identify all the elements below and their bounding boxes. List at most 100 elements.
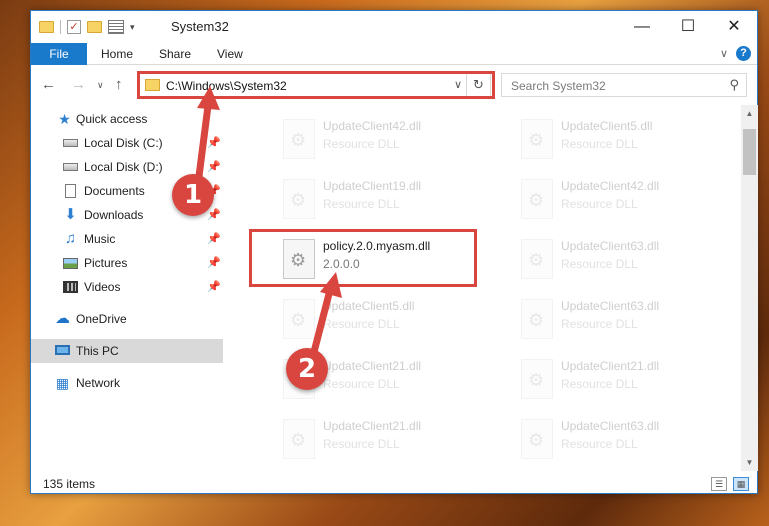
dll-file-icon: ⚙	[283, 119, 315, 159]
file-name: UpdateClient42.dll	[561, 179, 660, 193]
sidebar-item-this-pc[interactable]: This PC	[31, 339, 223, 363]
file-item[interactable]: ⚙ UpdateClient5.dll Resource DLL	[279, 293, 509, 345]
navigation-pane: ★ Quick access Local Disk (C:) 📌 Local D…	[31, 105, 223, 465]
sidebar-item-local-disk-c[interactable]: Local Disk (C:) 📌	[31, 131, 223, 155]
dll-file-icon: ⚙	[521, 179, 553, 219]
new-folder-icon[interactable]	[87, 21, 102, 33]
tiles-view-icon[interactable]: ▦	[733, 477, 749, 491]
sidebar-item-label: Local Disk (D:)	[84, 160, 163, 174]
gear-icon: ⚙	[290, 310, 307, 330]
search-input[interactable]: Search System32 ⚲	[501, 73, 747, 97]
file-item[interactable]: ⚙ UpdateClient42.dll Resource DLL	[517, 173, 741, 225]
dll-file-icon: ⚙	[283, 419, 315, 459]
maximize-button[interactable]: ☐	[665, 11, 711, 43]
sidebar-item-label: Local Disk (C:)	[84, 136, 163, 150]
file-description: Resource DLL	[561, 257, 638, 271]
tab-home[interactable]: Home	[101, 43, 133, 65]
expand-ribbon-icon[interactable]: ∨	[720, 47, 728, 60]
pictures-icon	[63, 258, 78, 269]
details-view-icon[interactable]: ☰	[711, 477, 727, 491]
back-arrow-icon[interactable]: ←	[41, 76, 56, 93]
ribbon-right-controls: ∨ ?	[720, 46, 751, 61]
file-item[interactable]: ⚙ UpdateClient19.dll Resource DLL	[279, 173, 509, 225]
item-count: 135 items	[43, 477, 96, 491]
title-bar: ✓ ▾ System32 — ☐ ✕	[31, 11, 757, 43]
gear-icon: ⚙	[528, 130, 545, 150]
minimize-button[interactable]: —	[619, 11, 665, 43]
pin-icon[interactable]: 📌	[207, 131, 221, 155]
help-icon[interactable]: ?	[736, 46, 751, 61]
sidebar-item-onedrive[interactable]: ☁ OneDrive	[31, 307, 223, 331]
window-controls: — ☐ ✕	[619, 11, 757, 43]
gear-icon: ⚙	[528, 250, 545, 270]
recent-locations-icon[interactable]: ∨	[97, 80, 104, 91]
sidebar-item-label: Music	[84, 232, 116, 246]
file-description: Resource DLL	[323, 197, 400, 211]
scroll-up-icon[interactable]: ▲	[741, 105, 758, 122]
file-name: UpdateClient21.dll	[561, 359, 660, 373]
sidebar-item-network[interactable]: ▦ Network	[31, 371, 223, 395]
music-icon: ♫	[64, 230, 77, 247]
file-item[interactable]: ⚙ UpdateClient63.dll Resource DLL	[517, 413, 741, 465]
search-icon[interactable]: ⚲	[729, 77, 739, 93]
gear-icon: ⚙	[528, 370, 545, 390]
address-highlight-box	[137, 71, 495, 99]
drive-icon	[63, 163, 78, 171]
file-name: UpdateClient63.dll	[561, 299, 660, 313]
file-highlight-box	[249, 229, 477, 287]
file-name: UpdateClient21.dll	[323, 419, 422, 433]
navigation-bar: ← → ∨ ↑ C:\Windows\System32 ∨ ↻ Search S…	[31, 67, 757, 101]
pin-icon[interactable]: 📌	[207, 275, 221, 299]
sidebar-item-pictures[interactable]: Pictures 📌	[31, 251, 223, 275]
properties-check-icon[interactable]: ✓	[67, 20, 81, 34]
tab-share[interactable]: Share	[159, 43, 191, 65]
file-name: UpdateClient19.dll	[323, 179, 422, 193]
pin-icon[interactable]: 📌	[207, 155, 221, 179]
file-item[interactable]: ⚙ UpdateClient21.dll Resource DLL	[279, 413, 509, 465]
file-description: Resource DLL	[323, 377, 400, 391]
ribbon-tabs: File Home Share View ∨ ?	[31, 43, 757, 65]
tab-file[interactable]: File	[31, 43, 87, 65]
cloud-icon: ☁	[55, 310, 70, 327]
file-name: UpdateClient42.dll	[323, 119, 422, 133]
tab-view[interactable]: View	[217, 43, 243, 65]
close-button[interactable]: ✕	[711, 11, 757, 43]
chevron-down-icon[interactable]: ▾	[130, 22, 135, 33]
gear-icon: ⚙	[290, 190, 307, 210]
search-placeholder: Search System32	[511, 79, 606, 93]
customize-toolbar-icon[interactable]	[108, 20, 124, 34]
scrollbar-thumb[interactable]	[743, 129, 756, 175]
sidebar-item-music[interactable]: ♫ Music 📌	[31, 227, 223, 251]
vertical-scrollbar[interactable]: ▲ ▼	[741, 105, 758, 471]
view-toggle: ☰ ▦	[711, 477, 749, 491]
gear-icon: ⚙	[528, 310, 545, 330]
pin-icon[interactable]: 📌	[207, 251, 221, 275]
forward-arrow-icon[interactable]: →	[71, 76, 86, 93]
file-description: Resource DLL	[561, 317, 638, 331]
documents-icon	[65, 184, 76, 198]
file-name: UpdateClient5.dll	[323, 299, 415, 313]
sidebar-item-quick-access[interactable]: ★ Quick access	[31, 107, 223, 131]
sidebar-item-label: Network	[76, 376, 121, 390]
file-item[interactable]: ⚙ UpdateClient63.dll Resource DLL	[517, 293, 741, 345]
file-description: Resource DLL	[323, 137, 400, 151]
scroll-down-icon[interactable]: ▼	[741, 454, 758, 471]
file-name: UpdateClient21.dll	[323, 359, 422, 373]
pin-icon[interactable]: 📌	[207, 227, 221, 251]
gear-icon: ⚙	[528, 430, 545, 450]
window-title: System32	[171, 19, 229, 34]
gear-icon: ⚙	[528, 190, 545, 210]
file-item[interactable]: ⚙ UpdateClient63.dll Resource DLL	[517, 233, 741, 285]
dll-file-icon: ⚙	[521, 419, 553, 459]
dll-file-icon: ⚙	[521, 119, 553, 159]
sidebar-item-label: This PC	[76, 344, 119, 358]
file-item[interactable]: ⚙ UpdateClient42.dll Resource DLL	[279, 113, 509, 165]
step-2-badge: 2	[286, 348, 328, 390]
file-description: Resource DLL	[561, 137, 638, 151]
file-item[interactable]: ⚙ UpdateClient21.dll Resource DLL	[517, 353, 741, 405]
sidebar-item-videos[interactable]: Videos 📌	[31, 275, 223, 299]
gear-icon: ⚙	[290, 130, 307, 150]
file-item[interactable]: ⚙ UpdateClient5.dll Resource DLL	[517, 113, 741, 165]
up-arrow-icon[interactable]: ↑	[115, 76, 123, 93]
file-name: UpdateClient5.dll	[561, 119, 653, 133]
